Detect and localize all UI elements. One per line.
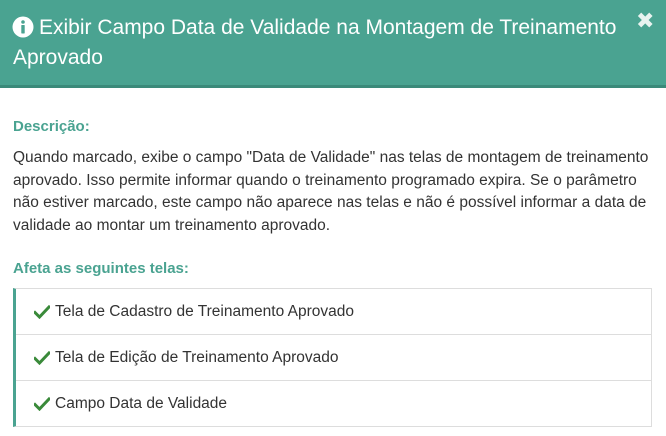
- description-label: Descrição:: [13, 118, 90, 135]
- list-item-label: Tela de Cadastro de Treinamento Aprovado: [55, 302, 354, 320]
- list-item-label: Tela de Edição de Treinamento Aprovado: [55, 348, 339, 366]
- list-item: Tela de Edição de Treinamento Aprovado: [16, 335, 651, 381]
- check-icon: [34, 350, 50, 365]
- list-item: Tela de Cadastro de Treinamento Aprovado: [16, 289, 651, 335]
- close-icon: ✖: [636, 8, 655, 33]
- list-item: Campo Data de Validade: [16, 381, 651, 426]
- affected-screens-list: Tela de Cadastro de Treinamento Aprovado…: [13, 288, 652, 427]
- list-item-label: Campo Data de Validade: [55, 394, 228, 412]
- dialog-header: Exibir Campo Data de Validade na Montage…: [0, 0, 666, 88]
- affected-screens-label: Afeta as seguintes telas:: [13, 260, 189, 277]
- info-dialog: Exibir Campo Data de Validade na Montage…: [0, 0, 666, 436]
- check-icon: [34, 396, 50, 411]
- check-icon: [34, 304, 50, 319]
- description-text: Quando marcado, exibe o campo "Data de V…: [13, 149, 649, 234]
- close-button[interactable]: ✖: [636, 10, 654, 32]
- dialog-title: Exibir Campo Data de Validade na Montage…: [13, 16, 617, 69]
